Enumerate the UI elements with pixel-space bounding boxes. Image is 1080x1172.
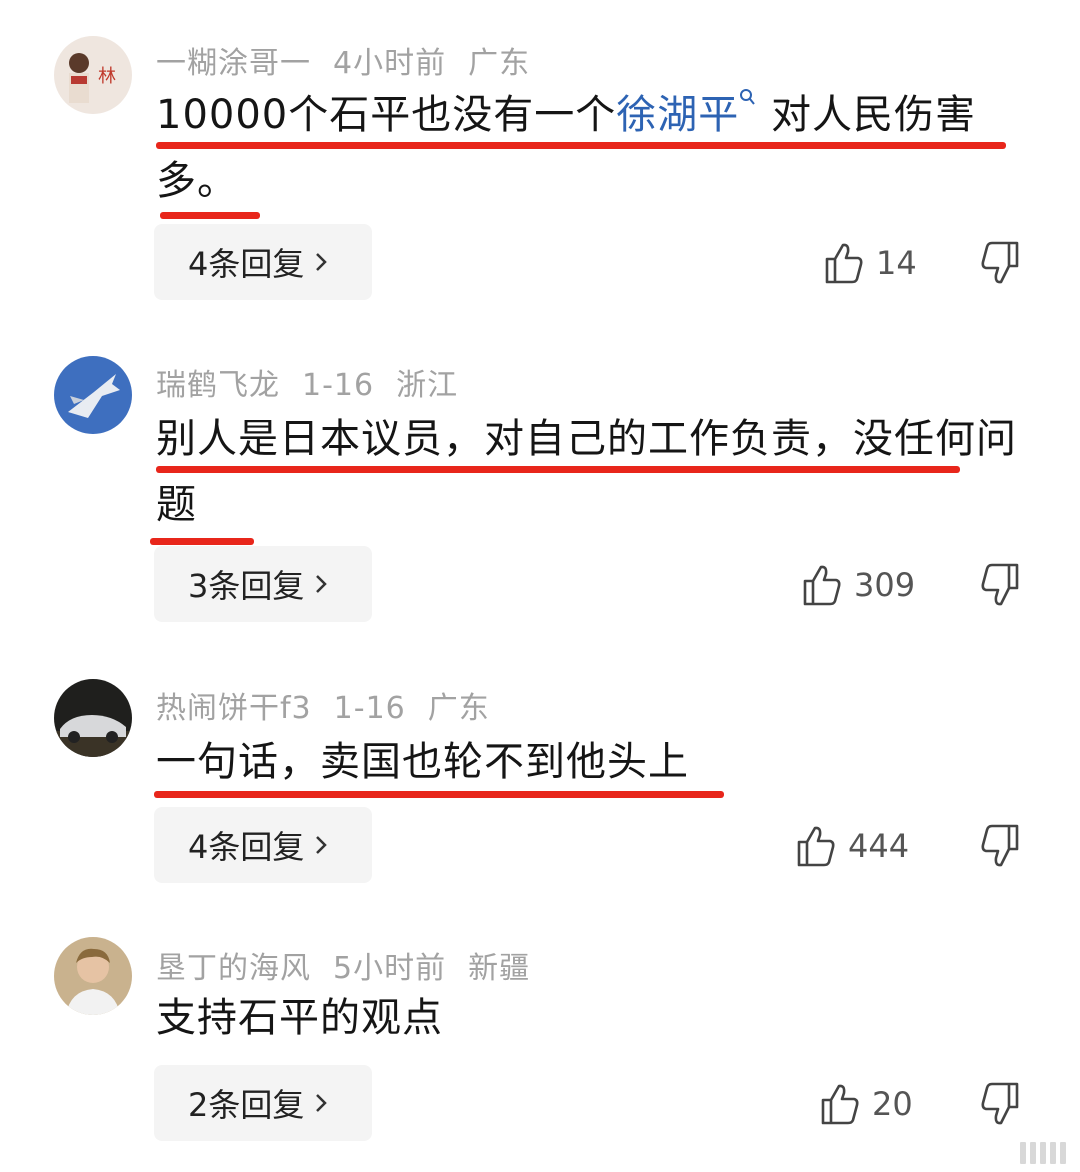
timestamp: 4小时前 xyxy=(333,46,447,81)
red-underline xyxy=(160,212,260,219)
timestamp: 1-16 xyxy=(333,691,406,726)
avatar[interactable]: 林 xyxy=(54,36,132,114)
timestamp: 1-16 xyxy=(302,368,375,403)
thumbs-down-icon xyxy=(981,241,1019,284)
location: 新疆 xyxy=(468,951,531,986)
chevron-right-icon xyxy=(316,1094,328,1112)
chevron-right-icon xyxy=(316,836,328,854)
username[interactable]: 一糊涂哥一 xyxy=(156,46,311,81)
thumbs-up-icon xyxy=(797,826,835,867)
username[interactable]: 瑞鹤飞龙 xyxy=(156,368,280,403)
thumbs-up-icon xyxy=(803,565,841,606)
comment-meta: 热闹饼干f3 1-16 广东 xyxy=(156,683,512,727)
watermark-mark xyxy=(1020,1142,1066,1164)
like-button[interactable]: 444 xyxy=(796,821,909,871)
thumbs-down-icon xyxy=(981,563,1019,606)
dislike-button[interactable] xyxy=(976,1081,1020,1129)
red-underline xyxy=(156,466,960,473)
like-count: 444 xyxy=(848,827,910,865)
like-count: 20 xyxy=(872,1085,913,1123)
svg-text:林: 林 xyxy=(98,66,116,87)
avatar[interactable] xyxy=(54,356,132,434)
comment-item: 垦丁的海风 5小时前 新疆 支持石平的观点 2条回复 20 xyxy=(0,905,1080,1172)
dislike-button[interactable] xyxy=(976,562,1020,610)
view-replies-button[interactable]: 2条回复 xyxy=(154,1065,372,1141)
comment-meta: 垦丁的海风 5小时前 新疆 xyxy=(156,943,552,987)
avatar[interactable] xyxy=(54,937,132,1015)
comment-text: 一句话，卖国也轮不到他头上 xyxy=(156,739,689,785)
chevron-right-icon xyxy=(316,575,328,593)
location: 广东 xyxy=(427,691,490,726)
location: 浙江 xyxy=(396,368,459,403)
thumbs-up-icon xyxy=(821,1084,859,1125)
search-icon xyxy=(740,89,756,105)
thumbs-down-icon xyxy=(981,1082,1019,1125)
avatar[interactable] xyxy=(54,679,132,757)
view-replies-button[interactable]: 3条回复 xyxy=(154,546,372,622)
red-underline xyxy=(156,142,1006,149)
comment-meta: 一糊涂哥一 4小时前 广东 xyxy=(156,38,552,82)
username[interactable]: 垦丁的海风 xyxy=(156,951,311,986)
comment-item: 林 一糊涂哥一 4小时前 广东 10000个石平也没有一个徐湖平 对人民伤害多。 4… xyxy=(0,0,1080,320)
thumbs-down-icon xyxy=(981,824,1019,867)
red-underline xyxy=(154,791,724,798)
like-button[interactable]: 14 xyxy=(824,238,917,288)
location: 广东 xyxy=(468,46,531,81)
like-count: 14 xyxy=(876,244,917,282)
dislike-button[interactable] xyxy=(976,823,1020,871)
comment-item: 瑞鹤飞龙 1-16 浙江 别人是日本议员，对自己的工作负责，没任何问题 3条回复 3… xyxy=(0,320,1080,645)
dislike-button[interactable] xyxy=(976,240,1020,288)
view-replies-button[interactable]: 4条回复 xyxy=(154,224,372,300)
like-count: 309 xyxy=(854,566,916,604)
comment-item: 热闹饼干f3 1-16 广东 一句话，卖国也轮不到他头上 4条回复 444 xyxy=(0,645,1080,905)
comment-text: 支持石平的观点 xyxy=(156,995,443,1041)
thumbs-up-icon xyxy=(825,243,863,284)
red-underline xyxy=(150,538,254,545)
chevron-right-icon xyxy=(316,253,328,271)
username[interactable]: 热闹饼干f3 xyxy=(156,691,312,726)
like-button[interactable]: 309 xyxy=(802,560,915,610)
like-button[interactable]: 20 xyxy=(820,1079,913,1129)
comment-meta: 瑞鹤飞龙 1-16 浙江 xyxy=(156,360,480,404)
timestamp: 5小时前 xyxy=(333,951,447,986)
topic-link[interactable]: 徐湖平 xyxy=(616,92,739,138)
view-replies-button[interactable]: 4条回复 xyxy=(154,807,372,883)
